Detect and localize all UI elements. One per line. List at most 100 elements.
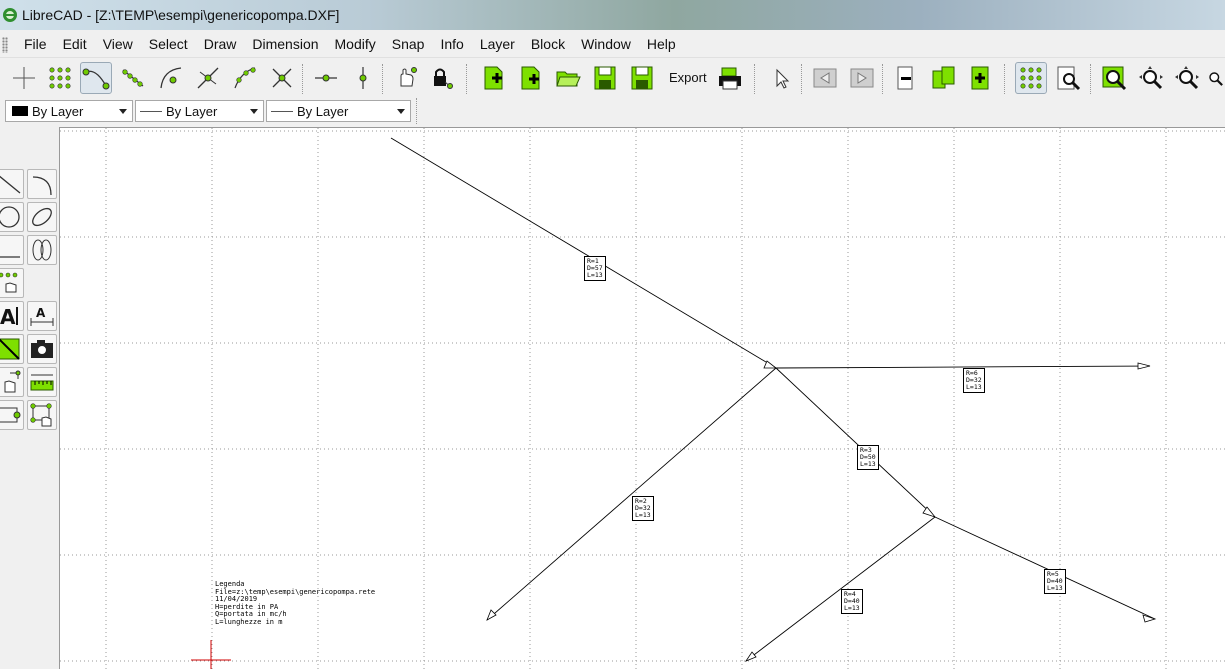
tool-hatch-button[interactable] (0, 334, 24, 364)
horizontal-restrict-icon (315, 74, 337, 82)
menu-layer[interactable]: Layer (472, 33, 523, 56)
pipe-label[interactable]: R=2 D=32 L=13 (632, 496, 654, 521)
pipe-label[interactable]: R=3 D=50 L=13 (857, 445, 879, 470)
pipe-segment[interactable] (486, 367, 777, 621)
menu-dimension[interactable]: Dimension (244, 33, 326, 56)
tool-measure-button[interactable] (27, 367, 57, 397)
drawing-canvas[interactable]: Legenda File=z:\temp\esempi\genericopompa… (59, 127, 1225, 669)
pen-linetype-select[interactable]: By Layer (266, 100, 411, 122)
snap-grid-button[interactable] (44, 62, 76, 94)
line-type-sample (271, 110, 293, 112)
export-button[interactable] (714, 62, 746, 94)
snap-center-button[interactable] (155, 62, 187, 94)
remove-from-layer-button[interactable] (890, 62, 922, 94)
pipe-segment[interactable] (934, 516, 1156, 620)
tool-polyline-button[interactable] (0, 235, 24, 265)
menu-block[interactable]: Block (523, 33, 573, 56)
tool-arc-button[interactable] (27, 169, 57, 199)
paste-button[interactable] (964, 62, 996, 94)
pipe-network (390, 137, 1156, 662)
tool-dimension-button[interactable]: A (27, 301, 57, 331)
tool-select-window-button[interactable] (27, 400, 57, 430)
pipe-label[interactable]: R=6 D=32 L=13 (963, 368, 985, 393)
menu-bar: File Edit View Select Draw Dimension Mod… (0, 33, 1225, 56)
tool-text-button[interactable]: A (0, 301, 24, 331)
cursor-arrow-icon (776, 68, 790, 89)
zoom-out-button[interactable] (1171, 62, 1203, 94)
menu-info[interactable]: Info (432, 33, 471, 56)
tool-ellipse-button[interactable] (27, 202, 57, 232)
title-bar: LibreCAD - [Z:\TEMP\esempi\genericopompa… (0, 0, 1225, 30)
svg-text:A: A (0, 305, 16, 329)
pen-width-select[interactable]: By Layer (135, 100, 264, 122)
toolbar-separator (882, 64, 883, 94)
menu-select[interactable]: Select (141, 33, 196, 56)
pipe-label[interactable]: R=1 D=57 L=13 (584, 256, 606, 281)
chevron-down-icon (397, 109, 405, 114)
zoom-in-icon (1139, 66, 1163, 90)
tool-circle-button[interactable] (0, 202, 24, 232)
print-preview-button[interactable] (1052, 62, 1084, 94)
menu-file[interactable]: File (16, 33, 55, 56)
open-file-button[interactable] (552, 62, 584, 94)
menu-view[interactable]: View (95, 33, 141, 56)
menu-snap[interactable]: Snap (384, 33, 433, 56)
restrict-vertical-button[interactable] (347, 62, 379, 94)
pipe-label-line: L=13 (966, 383, 982, 391)
zoom-in-button[interactable] (1135, 62, 1167, 94)
pen-color-select[interactable]: By Layer (5, 100, 133, 122)
folder-open-icon (556, 71, 581, 87)
pipe-segment[interactable] (390, 137, 777, 369)
endpoint-snap-icon (82, 68, 110, 90)
menu-draw[interactable]: Draw (196, 33, 245, 56)
snap-free-button[interactable] (8, 62, 40, 94)
select-pointer-button[interactable] (765, 62, 797, 94)
flow-arrows (486, 360, 1157, 662)
on-entity-snap-icon (122, 69, 144, 87)
new-template-icon (521, 66, 540, 90)
save-button[interactable] (589, 62, 621, 94)
snap-on-entity-button[interactable] (117, 62, 149, 94)
pipe-segment[interactable] (775, 367, 936, 518)
pipe-label[interactable]: R=5 D=40 L=13 (1044, 569, 1066, 594)
toggle-grid-button[interactable] (1015, 62, 1047, 94)
zoom-auto-button[interactable] (1098, 62, 1130, 94)
tool-modify-button[interactable] (0, 367, 24, 397)
export-label[interactable]: Export (669, 70, 707, 85)
svg-text:A: A (36, 306, 46, 320)
hatch-icon (0, 338, 20, 360)
snap-distance-button[interactable] (229, 62, 261, 94)
toolbar-separator (302, 64, 303, 94)
camera-icon (31, 340, 53, 358)
new-file-button[interactable] (478, 62, 510, 94)
redo-button[interactable] (846, 62, 878, 94)
snap-intersection-button[interactable] (266, 62, 298, 94)
tool-block-button[interactable] (0, 400, 24, 430)
snap-middle-button[interactable] (192, 62, 224, 94)
undo-button[interactable] (809, 62, 841, 94)
menu-edit[interactable]: Edit (55, 33, 95, 56)
tool-select-button[interactable] (0, 268, 24, 298)
zoom-previous-button[interactable] (1205, 62, 1225, 94)
line-width-sample (140, 110, 162, 112)
redo-icon (850, 68, 874, 88)
relative-zero-button[interactable] (390, 62, 422, 94)
pipe-label[interactable]: R=4 D=40 L=13 (841, 589, 863, 614)
copy-button[interactable] (927, 62, 959, 94)
save-as-button[interactable] (626, 62, 658, 94)
zoom-auto-icon (1102, 66, 1127, 91)
menubar-grip-icon[interactable] (2, 36, 8, 53)
toolbar-separator (416, 98, 417, 124)
tool-spline-button[interactable] (27, 235, 57, 265)
menu-window[interactable]: Window (573, 33, 639, 56)
tool-image-button[interactable] (27, 334, 57, 364)
snap-endpoint-button[interactable] (80, 62, 112, 94)
menu-help[interactable]: Help (639, 33, 684, 56)
pen-color-value: By Layer (32, 103, 84, 119)
restrict-horizontal-button[interactable] (310, 62, 342, 94)
tool-line-button[interactable] (0, 169, 24, 199)
lock-relative-zero-button[interactable] (426, 62, 458, 94)
menu-modify[interactable]: Modify (327, 33, 384, 56)
new-from-template-button[interactable] (515, 62, 547, 94)
vertical-restrict-icon (359, 67, 367, 89)
